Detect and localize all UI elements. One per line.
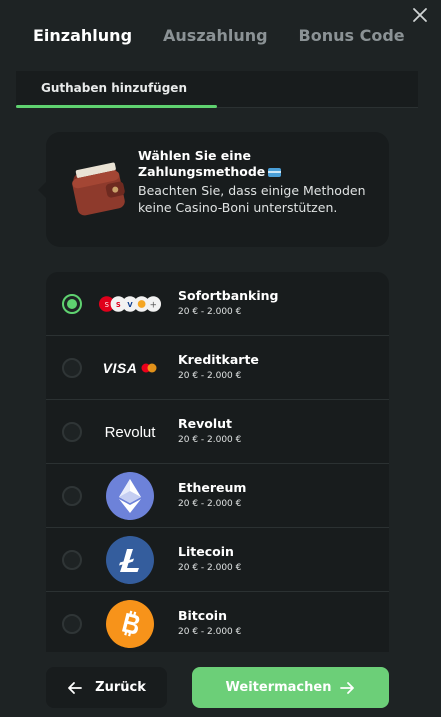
method-name: Sofortbanking bbox=[178, 288, 279, 303]
ethereum-logo bbox=[98, 464, 162, 528]
method-kreditkarte[interactable]: VISA Kreditkarte 20 € - 2.000 € bbox=[46, 336, 389, 400]
method-bitcoin[interactable]: Bitcoin 20 € - 2.000 € bbox=[46, 592, 389, 656]
method-radio[interactable] bbox=[62, 358, 82, 378]
method-range: 20 € - 2.000 € bbox=[178, 371, 242, 381]
tab-auszahlung[interactable]: Auszahlung bbox=[163, 26, 268, 45]
svg-text:S: S bbox=[116, 301, 121, 309]
method-range: 20 € - 2.000 € bbox=[178, 563, 242, 573]
close-icon[interactable] bbox=[411, 6, 429, 24]
litecoin-logo bbox=[98, 528, 162, 592]
visa-mastercard-logo-icon: VISA bbox=[98, 336, 162, 400]
method-radio[interactable] bbox=[62, 422, 82, 442]
method-sofortbanking[interactable]: S S V + Sofortbanking 20 € - 2.000 € bbox=[46, 272, 389, 336]
method-name: Bitcoin bbox=[178, 608, 227, 623]
method-name: Ethereum bbox=[178, 480, 247, 495]
method-range: 20 € - 2.000 € bbox=[178, 499, 242, 509]
sofort-icons: S S V + bbox=[98, 296, 162, 312]
ethereum-icon bbox=[106, 472, 154, 520]
bitcoin-logo bbox=[98, 592, 162, 656]
visa-logo: VISA bbox=[102, 360, 138, 376]
bitcoin-icon bbox=[106, 600, 154, 648]
info-text: Beachten Sie, dass einige Methoden keine… bbox=[138, 183, 366, 215]
revolut-logo-icon: Revolut bbox=[98, 400, 162, 464]
method-radio[interactable] bbox=[62, 294, 82, 314]
info-title-text: Wählen Sie eine Zahlungsmethode bbox=[138, 148, 266, 179]
svg-text:S: S bbox=[105, 301, 109, 309]
continue-button-label: Weitermachen bbox=[225, 680, 332, 695]
credit-card-icon bbox=[268, 168, 282, 177]
back-button[interactable]: Zurück bbox=[46, 667, 167, 708]
mastercard-icon bbox=[141, 363, 157, 373]
subtab-active-indicator bbox=[16, 105, 217, 108]
back-button-label: Zurück bbox=[95, 680, 146, 695]
method-range: 20 € - 2.000 € bbox=[178, 627, 242, 637]
footer: Zurück Weitermachen bbox=[0, 652, 441, 717]
tab-bar: Einzahlung Auszahlung Bonus Code bbox=[33, 26, 436, 45]
method-range: 20 € - 2.000 € bbox=[178, 435, 242, 445]
method-radio[interactable] bbox=[62, 550, 82, 570]
method-ethereum[interactable]: Ethereum 20 € - 2.000 € bbox=[46, 464, 389, 528]
arrow-left-icon bbox=[68, 681, 83, 694]
method-name: Revolut bbox=[178, 416, 232, 431]
method-name: Kreditkarte bbox=[178, 352, 259, 367]
info-title: Wählen Sie eine Zahlungsmethode bbox=[138, 148, 338, 180]
method-radio[interactable] bbox=[62, 614, 82, 634]
svg-text:V: V bbox=[127, 301, 133, 309]
method-litecoin[interactable]: Litecoin 20 € - 2.000 € bbox=[46, 528, 389, 592]
method-name: Litecoin bbox=[178, 544, 234, 559]
tab-einzahlung[interactable]: Einzahlung bbox=[33, 26, 132, 45]
method-range: 20 € - 2.000 € bbox=[178, 307, 242, 317]
revolut-logo: Revolut bbox=[104, 423, 156, 441]
svg-text:+: + bbox=[150, 300, 157, 310]
wallet-icon bbox=[72, 162, 125, 216]
info-card: Wählen Sie eine Zahlungsmethode Beachten… bbox=[38, 132, 389, 247]
payment-method-list: S S V + Sofortbanking 20 € - 2.000 € VIS… bbox=[46, 272, 389, 692]
subtab-bar: Guthaben hinzufügen bbox=[16, 71, 418, 108]
tab-bonus-code[interactable]: Bonus Code bbox=[299, 26, 405, 45]
arrow-right-icon bbox=[340, 681, 355, 694]
method-radio[interactable] bbox=[62, 486, 82, 506]
litecoin-icon bbox=[106, 536, 154, 584]
subtab-guthaben[interactable]: Guthaben hinzufügen bbox=[41, 81, 187, 95]
sofort-logo-icon: S S V + bbox=[98, 272, 162, 336]
method-revolut[interactable]: Revolut Revolut 20 € - 2.000 € bbox=[46, 400, 389, 464]
continue-button[interactable]: Weitermachen bbox=[192, 667, 389, 708]
